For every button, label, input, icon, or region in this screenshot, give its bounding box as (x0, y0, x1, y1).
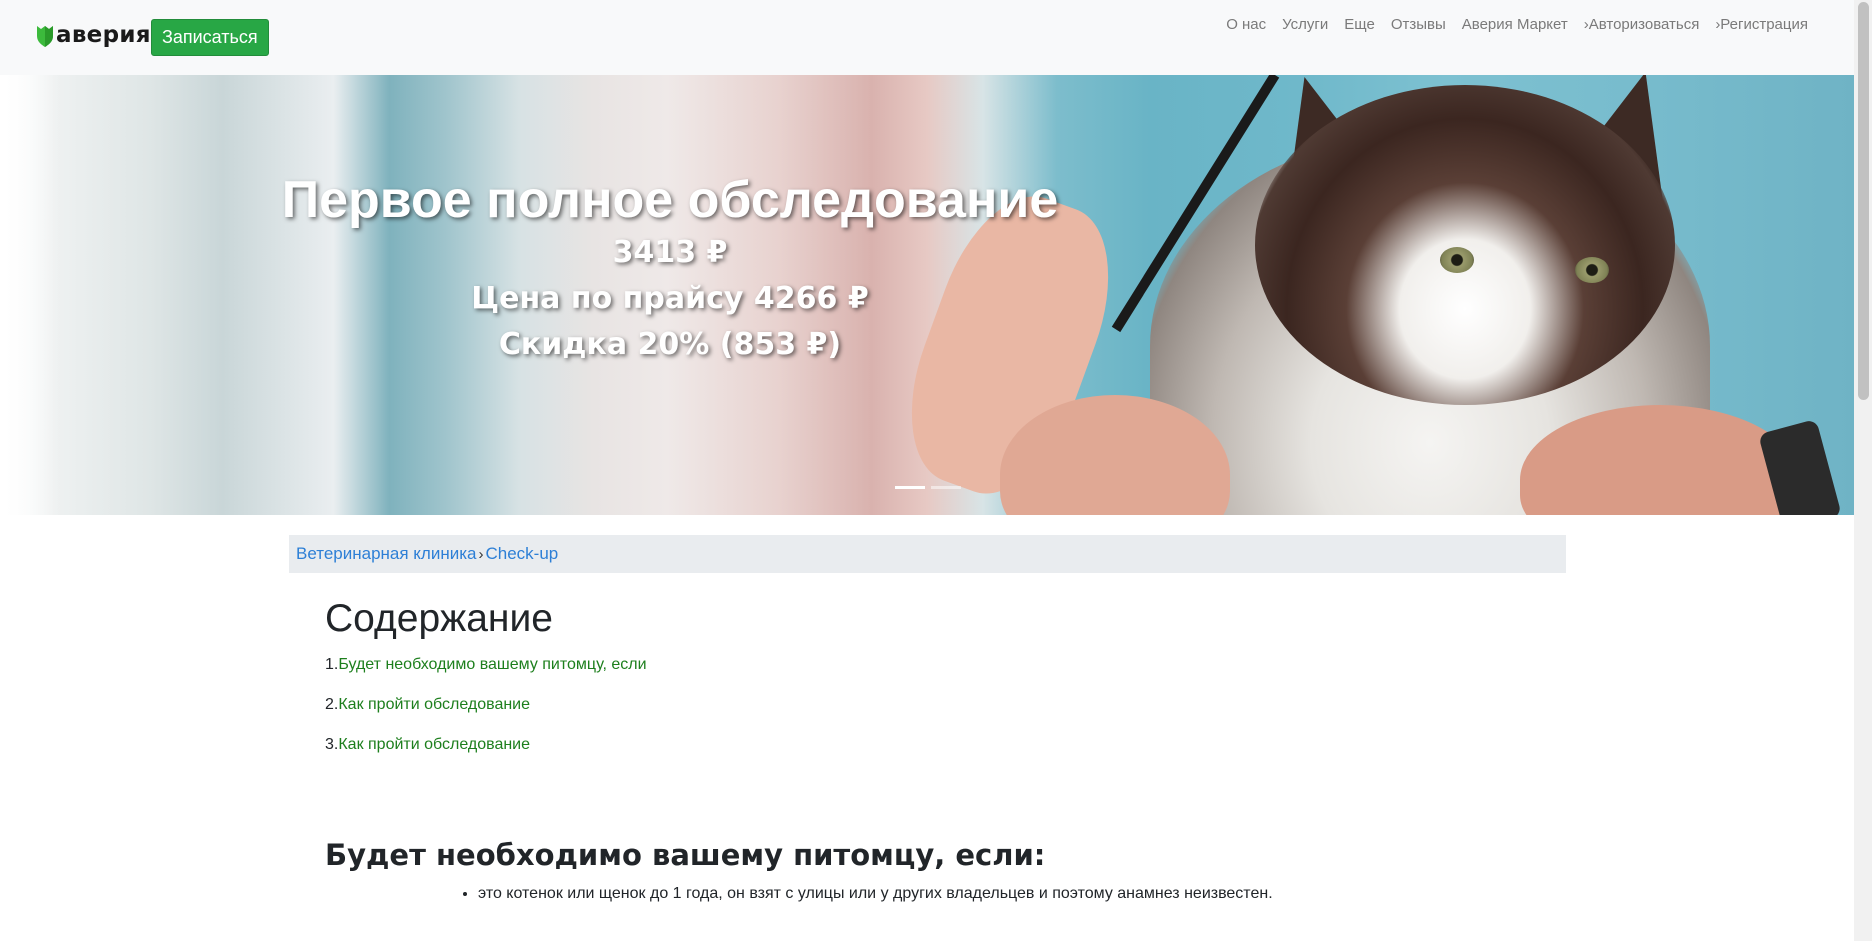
nav-link-market[interactable]: Аверия Маркет (1454, 15, 1576, 35)
hero-image-cat-eye-right (1575, 257, 1609, 283)
section-title: Будет необходимо вашему питомцу, если: (325, 838, 1046, 872)
list-item: это котенок или щенок до 1 года, он взят… (478, 885, 1273, 903)
carousel-indicator-1[interactable] (895, 486, 925, 489)
toc-item: 3.Как пройти обследование (325, 736, 530, 754)
hero-fade (0, 75, 60, 515)
toc-item-number: 1. (325, 656, 339, 673)
breadcrumb-separator-icon: › (478, 545, 484, 563)
nav-link-reviews[interactable]: Отзывы (1383, 15, 1454, 35)
hero-image-cat-head (1255, 85, 1675, 405)
brand-logo[interactable]: аверия (36, 22, 151, 48)
hero-carousel[interactable]: Первое полное обследование 3413 ₽ Цена п… (0, 75, 1854, 515)
carousel-indicator-2[interactable] (931, 486, 961, 489)
toc-item: 2.Как пройти обследование (325, 696, 530, 714)
nav-link-register[interactable]: ›Регистрация (1707, 15, 1816, 35)
nav-link-services[interactable]: Услуги (1274, 15, 1336, 35)
carousel-indicators (895, 486, 961, 489)
hero-image-cat-eye-left (1440, 247, 1474, 273)
toc-title: Содержание (325, 597, 553, 640)
toc-link-3[interactable]: Как пройти обследование (338, 736, 530, 753)
toc-item-number: 3. (325, 736, 339, 753)
scrollbar-thumb[interactable] (1858, 2, 1869, 400)
bullet-list: это котенок или щенок до 1 года, он взят… (460, 885, 1273, 903)
toc-item-number: 2. (325, 696, 339, 713)
toc-link-2[interactable]: Как пройти обследование (338, 696, 530, 713)
hero-list-price: Цена по прайсу 4266 ₽ (471, 281, 869, 316)
nav-link-login[interactable]: ›Авторизоваться (1576, 15, 1708, 35)
breadcrumb-current[interactable]: Check-up (486, 544, 559, 564)
toc-item: 1.Будет необходимо вашему питомцу, если (325, 656, 647, 674)
navbar: аверия Записаться О нас Услуги Еще Отзыв… (0, 0, 1854, 75)
nav-links: О нас Услуги Еще Отзывы Аверия Маркет ›А… (1218, 15, 1816, 35)
page-scrollbar[interactable] (1854, 0, 1872, 941)
toc-link-1[interactable]: Будет необходимо вашему питомцу, если (338, 656, 646, 673)
hero-price: 3413 ₽ (612, 235, 728, 270)
breadcrumb-home[interactable]: Ветеринарная клиника (296, 544, 477, 564)
nav-link-more[interactable]: Еще (1336, 15, 1383, 35)
signup-button[interactable]: Записаться (151, 19, 269, 56)
nav-link-about[interactable]: О нас (1218, 15, 1274, 35)
breadcrumb: Ветеринарная клиника › Check-up (289, 535, 1566, 573)
shield-logo-icon (37, 26, 53, 47)
hero-title: Первое полное обследование (281, 171, 1059, 229)
hero-discount: Скидка 20% (853 ₽) (498, 327, 842, 362)
hero-caption: Первое полное обследование 3413 ₽ Цена п… (270, 170, 1070, 368)
brand-name: аверия (56, 22, 151, 48)
